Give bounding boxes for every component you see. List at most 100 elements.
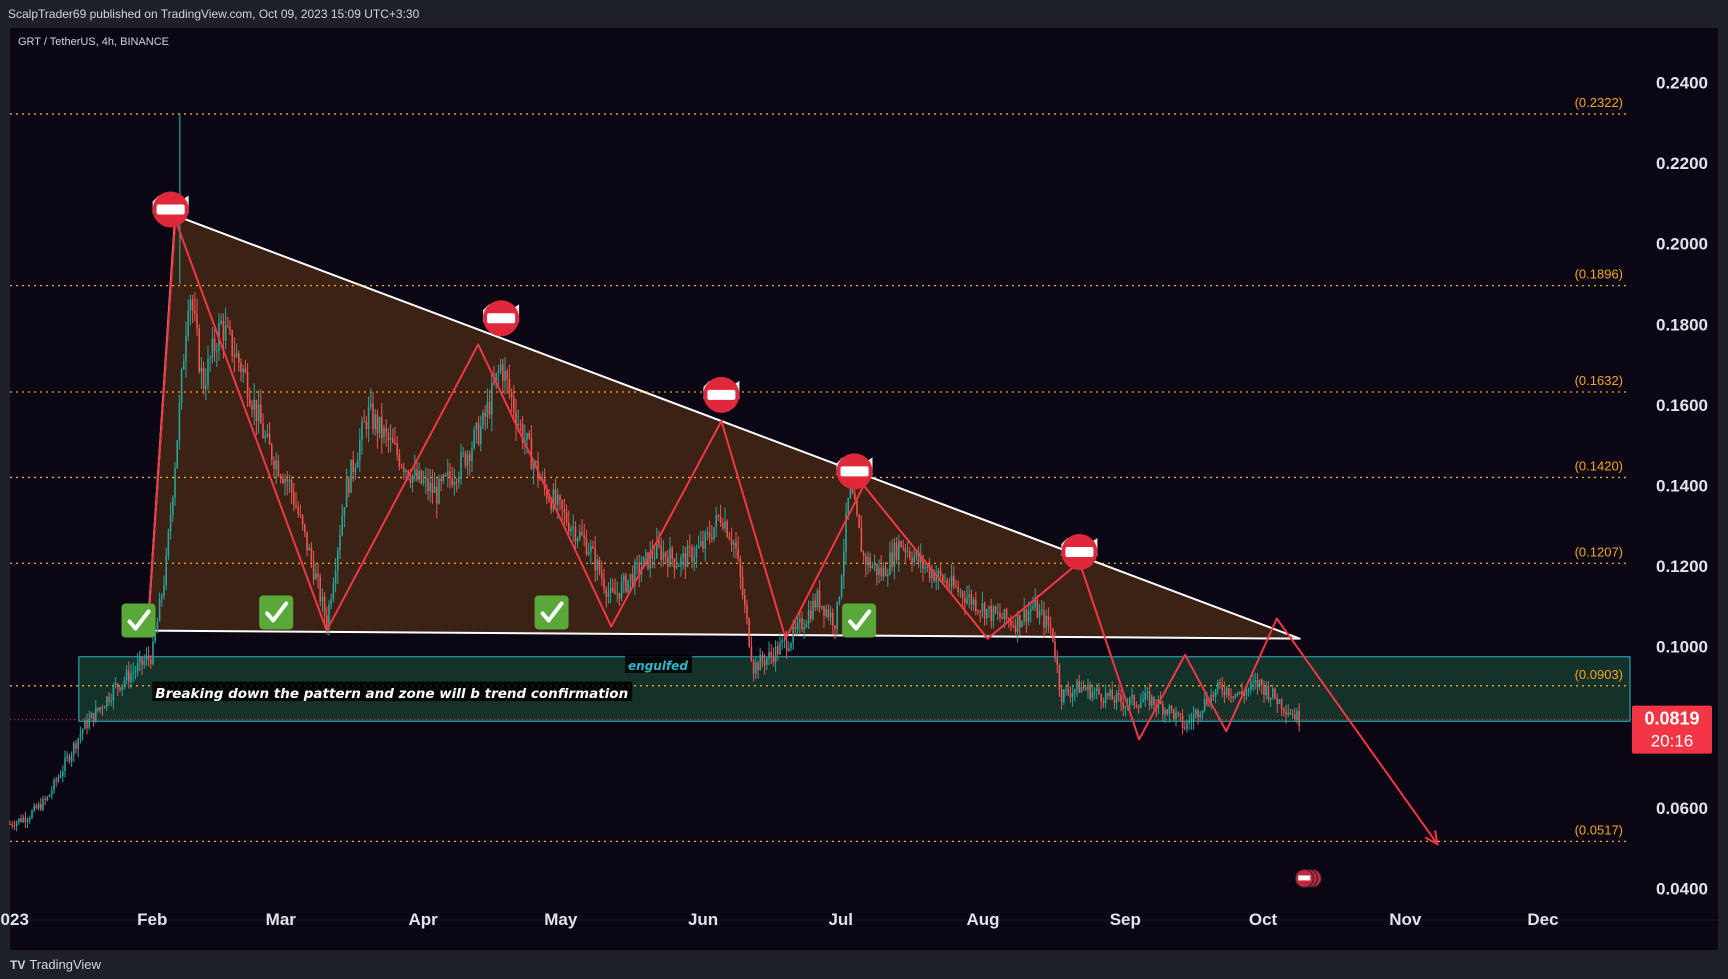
- candle-body: [510, 391, 513, 398]
- candle-body: [964, 598, 966, 604]
- candle-body: [1034, 599, 1036, 607]
- candle-body: [326, 615, 328, 629]
- candle-body: [882, 567, 885, 577]
- candle-body: [1245, 690, 1248, 696]
- tradingview-brand[interactable]: TV TradingView: [10, 957, 101, 972]
- candle-body: [1195, 710, 1197, 715]
- candle-body: [143, 660, 145, 665]
- candle-body: [475, 423, 478, 430]
- candle-body: [354, 467, 357, 473]
- candle-body: [717, 515, 720, 517]
- candle-body: [1133, 695, 1135, 706]
- candle-body: [711, 537, 713, 540]
- candle-body: [502, 364, 504, 382]
- candle-body: [972, 599, 975, 605]
- candle-body: [319, 577, 321, 602]
- candle-body: [1038, 610, 1041, 618]
- support-check-icon: [121, 603, 156, 638]
- candle-body: [1296, 711, 1298, 721]
- candle-body: [1102, 701, 1105, 703]
- candle-body: [163, 584, 165, 596]
- candle-body: [220, 320, 222, 324]
- candle-body: [700, 541, 702, 546]
- candle-body: [675, 565, 678, 568]
- candle-body: [345, 478, 348, 508]
- candle-body: [609, 587, 612, 593]
- candle-body: [1164, 709, 1166, 715]
- candle-body: [748, 618, 750, 647]
- candle-body: [1041, 610, 1043, 612]
- candle-body: [805, 623, 808, 628]
- candle-body: [636, 562, 638, 564]
- candle-body: [400, 466, 403, 468]
- candle-body: [878, 567, 880, 575]
- time-axis-tick: Jul: [828, 910, 853, 929]
- candle-body: [451, 478, 453, 486]
- candle-body: [662, 552, 665, 561]
- candle-body: [53, 780, 55, 791]
- candle-body: [486, 402, 489, 417]
- candle-body: [823, 605, 825, 616]
- badge-bar: [1065, 546, 1094, 557]
- candle-body: [207, 358, 209, 386]
- candle-body: [1096, 688, 1098, 691]
- candle-body: [158, 598, 161, 622]
- candle-body: [134, 671, 137, 673]
- candle-body: [1021, 621, 1023, 627]
- candle-body: [1197, 710, 1199, 718]
- candle-body: [1280, 699, 1283, 710]
- candle-body: [667, 557, 669, 567]
- candle-body: [68, 756, 71, 762]
- candle-body: [286, 479, 288, 482]
- candle-body: [458, 476, 460, 483]
- candle-body: [620, 581, 623, 599]
- candle-body: [629, 574, 632, 581]
- candle-body: [821, 605, 823, 608]
- price-axis-tick: 0.1000: [1656, 638, 1708, 657]
- candle-body: [86, 719, 88, 729]
- candle-body: [777, 646, 779, 655]
- candle-body: [818, 590, 821, 608]
- candle-body: [367, 406, 370, 430]
- candle-body: [733, 542, 735, 545]
- fib-level-label: (0.0517): [1575, 822, 1623, 837]
- candle-body: [460, 452, 462, 477]
- candle-body: [473, 429, 475, 448]
- candle-body: [200, 367, 203, 372]
- candle-body: [1047, 615, 1050, 626]
- candle-body: [1274, 688, 1276, 699]
- candle-body: [788, 648, 790, 651]
- candle-body: [1045, 615, 1047, 628]
- candle-body: [482, 412, 484, 427]
- candle-body: [548, 498, 550, 501]
- candle-body: [132, 672, 134, 674]
- candle-body: [493, 382, 495, 384]
- candle-body: [988, 606, 990, 609]
- fib-level-label: (0.1207): [1575, 544, 1623, 559]
- candle-body: [983, 603, 986, 619]
- candle-body: [471, 447, 473, 462]
- candle-body: [374, 414, 376, 430]
- candle-body: [1247, 688, 1250, 691]
- candle-body: [178, 402, 181, 441]
- candle-body: [574, 527, 577, 542]
- candle-body: [40, 803, 42, 810]
- chart-window: ScalpTrader69 published on TradingView.c…: [0, 0, 1728, 979]
- candle-body: [1267, 685, 1270, 700]
- candle-body: [1012, 625, 1014, 627]
- candle-body: [950, 575, 953, 587]
- candle-body: [235, 353, 238, 358]
- candle-body: [174, 467, 176, 498]
- candle-body: [121, 684, 123, 690]
- candle-body: [196, 313, 198, 329]
- chart-canvas[interactable]: GRT / TetherUS, 4h, BINANCE (0.2322) (0.18…: [0, 0, 1728, 979]
- candle-body: [1076, 680, 1078, 690]
- candle-body: [880, 567, 882, 577]
- candle-body: [1298, 711, 1300, 726]
- candle-body: [125, 670, 128, 681]
- candle-body: [669, 547, 671, 567]
- candle-body: [306, 531, 308, 551]
- candle-body: [986, 608, 988, 619]
- candle-body: [561, 500, 563, 510]
- candle-body: [469, 454, 471, 462]
